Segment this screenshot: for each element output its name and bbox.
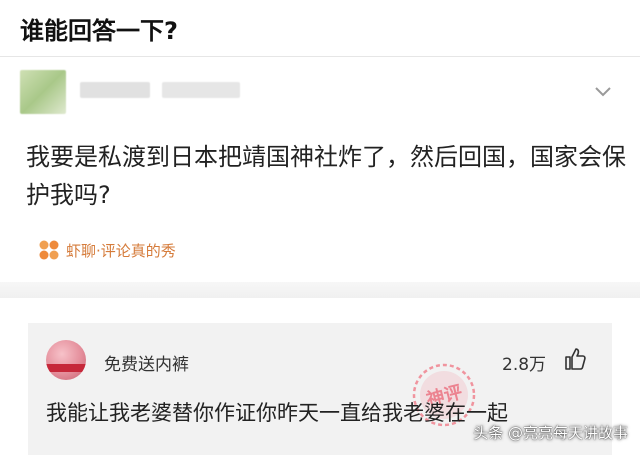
page-title: 谁能回答一下? <box>20 17 178 45</box>
source-label: 虾聊·评论真的秀 <box>66 241 176 260</box>
xialiao-logo-icon <box>39 240 59 260</box>
blurred-username-extra <box>162 82 240 98</box>
source-tag[interactable]: 虾聊·评论真的秀 <box>38 239 176 261</box>
page-header: 谁能回答一下? <box>0 0 640 58</box>
blurred-username <box>80 82 150 98</box>
card-bottom-fade <box>0 282 640 298</box>
comment-username[interactable]: 免费送内裤 <box>104 350 189 375</box>
question-card: 我要是私渡到日本把靖国神社炸了，然后回国，国家会保护我吗? 虾聊·评论真的秀 <box>0 60 640 298</box>
comment-text: 我能让我老婆替你作证你昨天一直给我老婆在一起 <box>46 401 508 425</box>
thumbs-up-icon[interactable] <box>564 347 586 371</box>
avatar[interactable] <box>46 340 86 380</box>
like-count: 2.8万 <box>502 355 547 375</box>
blurred-avatar <box>20 70 66 114</box>
header-divider <box>0 56 640 57</box>
watermark: 头条 @亮亮每天讲故事 <box>473 424 628 442</box>
question-text: 我要是私渡到日本把靖国神社炸了，然后回国，国家会保护我吗? <box>26 143 626 209</box>
chevron-down-icon[interactable] <box>594 86 612 98</box>
